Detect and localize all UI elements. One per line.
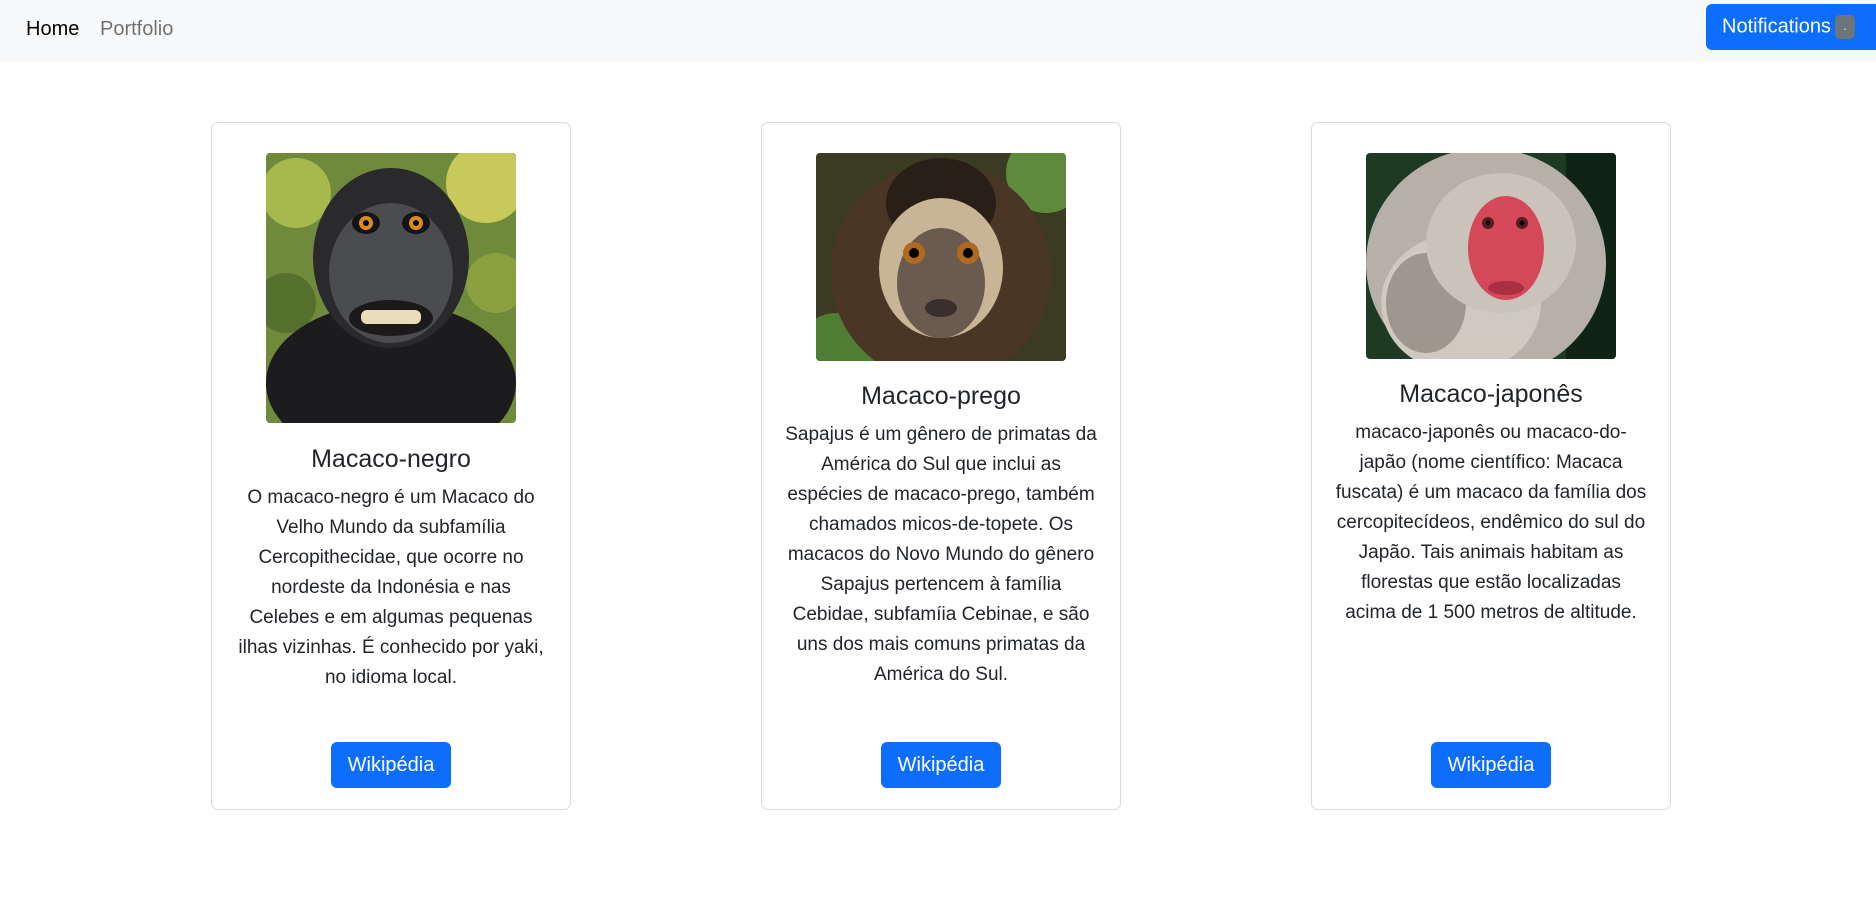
macaco-japones-photo: [1366, 153, 1616, 359]
notifications-badge: .: [1834, 15, 1855, 39]
card-title: Macaco-negro: [311, 445, 471, 473]
card-text: Sapajus é um gênero de primatas da Améri…: [785, 424, 1097, 685]
wikipedia-button[interactable]: Wikipédia: [1431, 742, 1551, 788]
notifications-label: Notifications: [1722, 15, 1831, 38]
macaco-prego-photo: [816, 153, 1066, 361]
card-macaco-negro: Macaco-negro O macaco-negro é um Macaco …: [211, 122, 571, 810]
nav-link-portfolio[interactable]: Portfolio: [100, 17, 173, 41]
macaco-negro-photo: [266, 153, 516, 423]
card-macaco-japones: Macaco-japonês macaco-japonês ou macaco-…: [1311, 122, 1671, 810]
wikipedia-button[interactable]: Wikipédia: [881, 742, 1001, 788]
card-text: O macaco-negro é um Macaco do Velho Mund…: [238, 487, 544, 688]
nav-link-home[interactable]: Home: [26, 17, 79, 41]
card-title: Macaco-prego: [861, 382, 1021, 410]
card-title: Macaco-japonês: [1399, 380, 1583, 408]
card-macaco-prego: Macaco-prego Sapajus é um gênero de prim…: [761, 122, 1121, 810]
card-text: macaco-japonês ou macaco-do-japão (nome …: [1335, 422, 1647, 623]
wikipedia-button[interactable]: Wikipédia: [331, 742, 451, 788]
notifications-button[interactable]: Notifications.: [1706, 4, 1876, 50]
navbar: Home Portfolio Notifications.: [0, 0, 1876, 62]
